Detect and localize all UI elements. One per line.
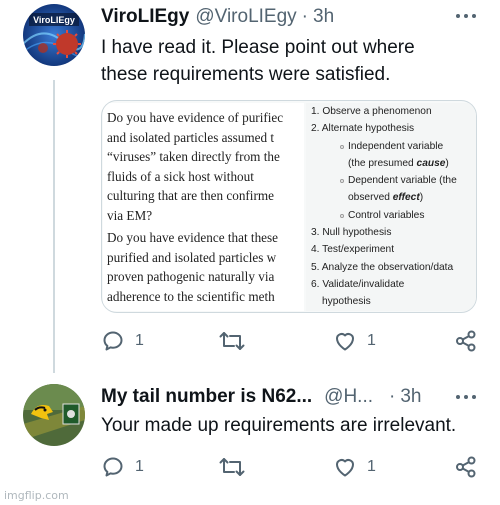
tweet-actions: 1 1	[101, 455, 481, 483]
watermark: imgflip.com	[4, 489, 69, 502]
display-name[interactable]: My tail number is N62...	[101, 386, 312, 408]
like-count: 1	[367, 458, 376, 475]
image-text-line: Do you have evidence that these	[107, 230, 279, 245]
tweet-header: ViroLIEgy @ViroLIEgy · 3h	[101, 6, 334, 28]
reply-count: 1	[135, 332, 144, 349]
share-icon	[456, 456, 476, 478]
reply-button[interactable]: 1	[101, 329, 144, 353]
image-text-line: Do you have evidence of purifiec	[107, 110, 284, 125]
avatar[interactable]: ViroLIEgy	[23, 4, 85, 66]
tweet-header: My tail number is N62... @H... · 3h	[101, 386, 422, 408]
reply-count: 1	[135, 458, 144, 475]
method-step: 5. Analyze the observation/data	[311, 261, 454, 273]
separator-dot: ·	[389, 386, 396, 407]
tweet-image[interactable]: Do you have evidence of purifiec and iso…	[101, 100, 477, 313]
thread-connector-line	[53, 80, 55, 373]
image-text-line: “viruses” taken directly from the	[107, 149, 280, 164]
like-button[interactable]: 1	[333, 329, 376, 353]
method-step: 6. Validate/invalidate	[311, 278, 405, 290]
method-step-cont: hypothesis	[322, 296, 371, 308]
heart-icon	[336, 333, 354, 351]
tweet-text: I have read it. Please point out where t…	[101, 34, 415, 88]
more-icon[interactable]	[456, 395, 478, 401]
user-handle[interactable]: @H...	[324, 386, 373, 408]
image-text-line: culturing that are then confirme	[107, 188, 274, 203]
tweet-text-line: these requirements were satisfied.	[101, 64, 391, 85]
iowa-hawkeye-avatar-image	[23, 384, 85, 446]
timestamp[interactable]: 3h	[313, 6, 334, 28]
bullet-icon	[340, 179, 344, 184]
image-text-line: adherence to the scientific meth	[107, 288, 275, 304]
share-button[interactable]	[454, 455, 478, 479]
tweet-text: Your made up requirements are irrelevant…	[101, 415, 457, 436]
bullet-icon	[340, 213, 344, 218]
method-substep-cont: (the presumed cause)	[348, 157, 449, 169]
tweet-text-line: I have read it. Please point out where	[101, 37, 415, 58]
like-count: 1	[367, 332, 376, 349]
method-step: 1. Observe a phenomenon	[311, 106, 432, 117]
bullet-icon	[340, 144, 344, 149]
image-question-text: Do you have evidence of purifiec and iso…	[103, 103, 304, 311]
display-name[interactable]: ViroLIEgy	[101, 6, 189, 28]
retweet-button[interactable]	[219, 329, 245, 353]
image-text-line: via EM?	[107, 207, 153, 223]
share-button[interactable]	[454, 329, 478, 353]
retweet-icon	[219, 458, 245, 476]
retweet-icon	[219, 332, 245, 350]
method-step: 4. Test/experiment	[311, 244, 395, 256]
image-text-line: purified and isolated particles w	[107, 249, 277, 265]
reply-button[interactable]: 1	[101, 455, 144, 479]
share-icon	[456, 330, 476, 352]
tweet-actions: 1 1	[101, 329, 481, 357]
method-step: 3. Null hypothesis	[311, 227, 392, 239]
heart-icon	[336, 459, 354, 477]
image-text-line: proven pathogenic naturally via	[107, 269, 275, 284]
method-substep: Dependent variable (the	[306, 172, 476, 189]
avatar-text: ViroLIEgy	[33, 15, 75, 25]
separator-dot: ·	[301, 6, 308, 27]
scientific-method-list: 1. Observe a phenomenon 2. Alternate hyp…	[306, 103, 476, 311]
avatar[interactable]	[23, 384, 85, 446]
retweet-button[interactable]	[219, 455, 245, 479]
user-handle[interactable]: @ViroLIEgy	[195, 6, 296, 28]
image-text-line: fluids of a sick host without	[107, 168, 254, 184]
reply-icon	[103, 331, 123, 351]
timestamp[interactable]: 3h	[400, 386, 421, 408]
more-icon[interactable]	[456, 14, 478, 20]
method-substep: Control variables	[306, 207, 476, 224]
method-substep-cont: observed effect)	[348, 192, 424, 204]
image-text-line: and isolated particles assumed t	[107, 129, 274, 145]
method-step: 2. Alternate hypothesis	[311, 123, 415, 135]
reply-icon	[103, 457, 123, 477]
virus-avatar-image: ViroLIEgy	[23, 4, 85, 66]
method-substep: Independent variable	[306, 138, 476, 155]
like-button[interactable]: 1	[333, 455, 376, 479]
